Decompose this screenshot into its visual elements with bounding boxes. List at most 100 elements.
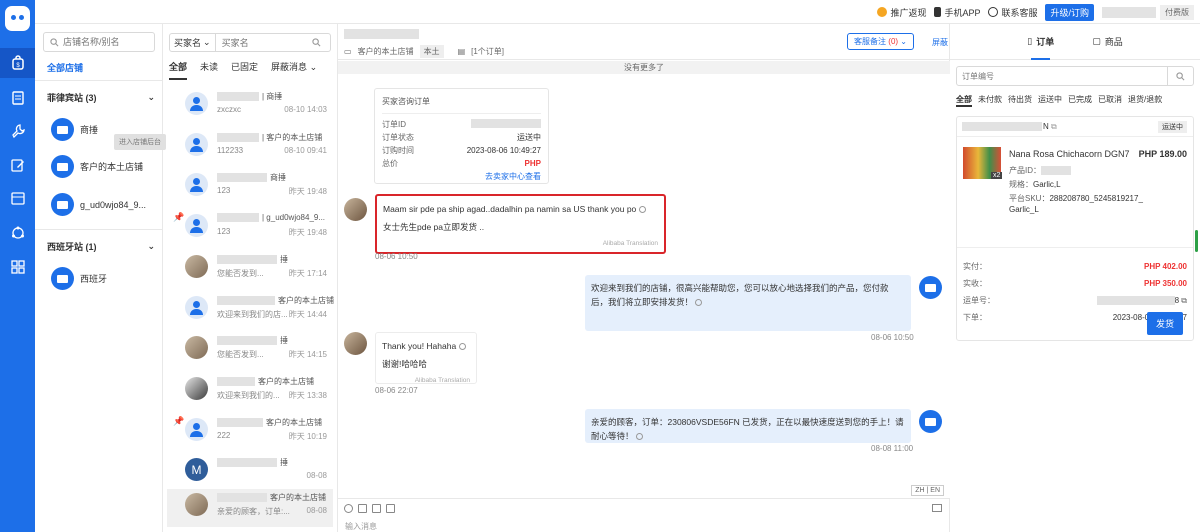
status-tab-returns[interactable]: 退货/退款 — [1128, 94, 1162, 107]
copy-icon[interactable]: ⧉ — [1051, 122, 1057, 132]
tab-pinned[interactable]: 已固定 — [231, 60, 258, 80]
upgrade-button[interactable]: 升级/订购 — [1045, 3, 1094, 21]
message-input[interactable]: 输入消息 — [345, 521, 377, 532]
view-in-seller-center-link[interactable]: 去卖家中心查看 — [382, 171, 541, 182]
store-front-icon — [57, 274, 68, 283]
status-tab-shipping[interactable]: 运送中 — [1038, 94, 1062, 107]
store-front-icon — [925, 417, 936, 426]
conversation-row[interactable]: 捶 您能否发到... 昨天 14:15 — [167, 332, 333, 370]
store-front-icon — [57, 125, 68, 134]
buyer-search-input[interactable] — [215, 37, 312, 48]
order-total-row: 总价 PHP — [382, 158, 541, 169]
chat-panel: ▭ 客户的本土店铺 本土 ▤ [1个订单] 客服备注 (0) ⌄ 屏蔽 没有更多… — [338, 24, 950, 532]
buyer-avatar — [185, 133, 208, 156]
conversation-row[interactable]: 📌 客户的本土店铺 222 昨天 10:19 — [167, 414, 333, 452]
store-item[interactable]: g_ud0wjo84_9... — [51, 193, 146, 216]
promo-link[interactable]: 推广返现 — [877, 6, 926, 19]
copy-icon[interactable]: ⧉ — [1181, 296, 1187, 305]
mobile-app-link[interactable]: 手机APP — [934, 6, 980, 19]
store-item[interactable]: 商捶 — [51, 118, 98, 141]
message-text: Maam sir pde pa ship agad..dadalhin pa n… — [383, 202, 658, 216]
rail-edit-icon[interactable] — [0, 150, 35, 180]
rail-orders-icon[interactable] — [0, 83, 35, 113]
message-translation: 女士先生pde pa立即发货 .. — [383, 222, 485, 232]
order-number-input[interactable] — [957, 71, 1157, 81]
tab-orders[interactable]: ▯ 订单 — [1027, 24, 1054, 60]
translate-icon[interactable] — [458, 343, 466, 351]
status-tab-all[interactable]: 全部 — [956, 94, 972, 107]
buyer-name-redacted — [217, 458, 277, 467]
product-bag-icon[interactable] — [372, 504, 381, 513]
network-icon — [11, 226, 24, 239]
language-toggle[interactable]: ZH | EN — [911, 485, 944, 496]
rail-network-icon[interactable] — [0, 218, 35, 248]
order-icon[interactable] — [386, 504, 395, 513]
conversation-row-selected[interactable]: 客户的本土店铺 亲爱的顾客，订单:... 08-08 — [167, 489, 333, 527]
conv-title: 捶 — [217, 457, 288, 468]
svg-text:$: $ — [16, 63, 20, 69]
conversation-row[interactable]: 📌 | g_ud0wjo84_9... 123 昨天 19:48 — [167, 210, 333, 248]
scrollbar-thumb[interactable] — [1195, 230, 1198, 252]
order-count[interactable]: [1个订单] — [471, 46, 504, 57]
message-bubble-outgoing: 亲爱的顾客，订单：230806VSDE56FN 已发货，正在以最快速度送到您的手… — [585, 409, 911, 443]
store-group-header[interactable]: 西班牙站 (1) ⌄ — [47, 240, 155, 253]
message-text: 欢迎来到我们的店铺，很高兴能帮助您，您可以放心地选择我们的产品，您付款后，我们将… — [591, 283, 889, 307]
shop-avatar — [919, 410, 942, 433]
app-logo — [5, 6, 30, 31]
conv-snippet: 您能否发到... — [217, 269, 264, 278]
contact-link[interactable]: 联系客服 — [988, 6, 1037, 19]
conversation-row[interactable]: | 客户的本土店铺 112233 08-10 09:41 — [167, 129, 333, 167]
search-filter-select[interactable]: 买家名 ⌄ — [170, 34, 216, 51]
conv-title: 客户的本土店铺 — [217, 417, 322, 428]
promo-icon — [877, 7, 888, 17]
rail-tools-icon[interactable] — [0, 116, 35, 146]
remark-button[interactable]: 客服备注 (0) ⌄ — [847, 33, 914, 50]
conversation-row[interactable]: M 捶 08-08 — [167, 454, 333, 492]
buyer-name-redacted — [217, 296, 275, 305]
conversation-row[interactable]: 捶 您能否发到... 昨天 17:14 — [167, 251, 333, 289]
all-stores-link[interactable]: 全部店铺 — [47, 61, 83, 74]
store-search[interactable] — [43, 32, 155, 52]
message-original: Thank you! Hahaha — [382, 341, 457, 351]
ship-button[interactable]: 发货 — [1147, 312, 1184, 335]
local-tag: 本土 — [419, 45, 444, 58]
store-search-input[interactable] — [63, 37, 151, 47]
translate-icon[interactable] — [638, 206, 646, 214]
conversation-row[interactable]: | 商捶 zxczxc 08-10 14:03 — [167, 88, 333, 126]
conversation-row[interactable]: 商捶 123 昨天 19:48 — [167, 169, 333, 207]
search-button[interactable] — [1167, 67, 1193, 85]
status-tab-completed[interactable]: 已完成 — [1068, 94, 1092, 107]
image-icon[interactable] — [358, 504, 367, 513]
tab-orders-label: 订单 — [1036, 37, 1055, 47]
remark-label: 客服备注 — [854, 37, 887, 46]
conversation-search[interactable]: 买家名 ⌄ — [169, 33, 331, 52]
conversation-row[interactable]: 客户的本土店铺 欢迎来到我们的店... 昨天 14:44 — [167, 292, 334, 330]
store-item[interactable]: 西班牙 — [51, 267, 107, 290]
user-menu[interactable]: 付费版 — [1102, 4, 1194, 20]
person-icon-body — [190, 186, 203, 192]
store-item[interactable]: 客户的本土店铺 — [51, 155, 143, 178]
status-tab-cancelled[interactable]: 已取消 — [1098, 94, 1122, 107]
status-tab-to-ship[interactable]: 待出货 — [1008, 94, 1032, 107]
store-front-icon — [57, 162, 68, 171]
keyboard-icon[interactable] — [932, 504, 942, 512]
rail-chat-icon[interactable]: $ — [0, 48, 35, 78]
store-group-header[interactable]: 菲律宾站 (3) ⌄ — [47, 91, 155, 104]
tab-all[interactable]: 全部 — [169, 60, 188, 80]
order-time-row: 订购时间 2023-08-06 10:49:27 — [382, 145, 541, 156]
rail-store-icon[interactable] — [0, 183, 35, 213]
conversation-row[interactable]: 客户的本土店铺 欢迎来到我们的... 昨天 13:38 — [167, 373, 333, 411]
buyer-name-redacted — [217, 133, 259, 142]
shield-link[interactable]: 屏蔽 — [932, 37, 948, 48]
rail-apps-icon[interactable] — [0, 252, 35, 282]
received-row: 实收： PHP 350.00 — [963, 275, 1187, 292]
order-search[interactable] — [956, 66, 1194, 86]
buyer-avatar — [185, 255, 208, 278]
tab-unread[interactable]: 未读 — [200, 60, 218, 80]
tab-blocked[interactable]: 屏蔽消息 ⌄ — [271, 60, 317, 80]
emoji-icon[interactable] — [344, 504, 353, 513]
tab-products[interactable]: ▢ 商品 — [1092, 24, 1123, 60]
search-icon[interactable] — [311, 38, 321, 47]
conv-store: 客户的本土店铺 — [258, 377, 314, 386]
status-tab-unpaid[interactable]: 未付款 — [978, 94, 1002, 107]
